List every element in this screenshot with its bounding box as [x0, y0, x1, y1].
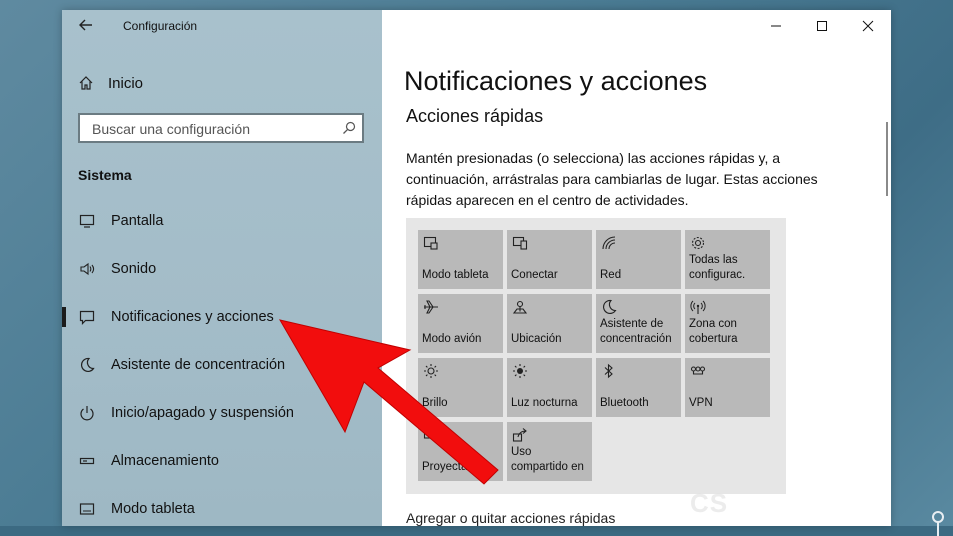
gear-icon	[691, 236, 705, 250]
tile-modo-tableta[interactable]: Modo tableta	[418, 230, 503, 289]
close-button[interactable]	[845, 10, 891, 42]
location-icon	[512, 300, 528, 314]
back-arrow-icon[interactable]	[78, 17, 96, 35]
minimize-button[interactable]	[753, 10, 799, 42]
sidebar-item-almacenamiento[interactable]: Almacenamiento	[62, 441, 382, 481]
sidebar-item-label: Pantalla	[111, 213, 164, 229]
tile-proyectar[interactable]: Proyectar	[418, 422, 503, 481]
desktop-pin-icon	[932, 511, 944, 536]
network-icon	[602, 236, 616, 250]
brightness-icon	[424, 364, 438, 378]
tile-conectar[interactable]: Conectar	[507, 230, 592, 289]
storage-icon	[79, 453, 95, 469]
tile-modo-avion[interactable]: Modo avión	[418, 294, 503, 353]
maximize-icon	[817, 21, 827, 31]
night-light-icon	[513, 364, 527, 378]
sidebar-item-sonido[interactable]: Sonido	[62, 249, 382, 289]
sidebar-item-home[interactable]: Inicio	[78, 72, 143, 94]
share-icon	[512, 428, 527, 442]
sidebar-item-label: Sonido	[111, 261, 157, 277]
tile-red[interactable]: Red	[596, 230, 681, 289]
tile-vpn[interactable]: VPN	[685, 358, 770, 417]
settings-window: Configuración Inicio Sistema Pantalla So…	[62, 10, 891, 526]
section-title-sistema: Sistema	[78, 167, 132, 183]
main-content: Notificaciones y acciones Acciones rápid…	[382, 10, 891, 526]
sidebar-item-label: Notificaciones y acciones	[111, 309, 274, 325]
sidebar-item-pantalla[interactable]: Pantalla	[62, 201, 382, 241]
bluetooth-icon	[604, 363, 613, 379]
tile-todas-configuraciones[interactable]: Todas las configurac.	[685, 230, 770, 289]
hotspot-icon	[690, 300, 706, 314]
add-remove-quick-actions-link[interactable]: Agregar o quitar acciones rápidas	[406, 510, 615, 526]
sidebar-item-modo-tableta[interactable]: Modo tableta	[62, 489, 382, 526]
tablet-mode-icon	[423, 236, 438, 250]
sidebar-home-label: Inicio	[108, 74, 144, 92]
search-input[interactable]	[90, 120, 334, 138]
sidebar-item-label: Modo tableta	[111, 501, 195, 517]
tile-uso-compartido[interactable]: Uso compartido en	[507, 422, 592, 481]
sidebar-item-label: Asistente de concentración	[111, 357, 286, 373]
vertical-scrollbar[interactable]	[886, 122, 888, 196]
tile-bluetooth[interactable]: Bluetooth	[596, 358, 681, 417]
speaker-icon	[79, 261, 95, 277]
project-icon	[423, 429, 437, 439]
notification-icon	[79, 309, 95, 325]
sidebar-item-label: Almacenamiento	[111, 453, 219, 469]
close-icon	[862, 20, 874, 32]
vpn-icon	[690, 366, 706, 375]
quick-actions-grid: Modo tableta Conectar Red Todas las conf…	[406, 218, 786, 494]
tile-ubicacion[interactable]: Ubicación	[507, 294, 592, 353]
maximize-button[interactable]	[799, 10, 845, 42]
quick-actions-description: Mantén presionadas (o selecciona) las ac…	[406, 150, 818, 208]
monitor-icon	[79, 213, 95, 229]
window-title: Configuración	[123, 19, 198, 33]
sidebar: Configuración Inicio Sistema Pantalla So…	[62, 10, 382, 526]
sidebar-item-asistente[interactable]: Asistente de concentración	[62, 345, 382, 385]
sidebar-item-energia[interactable]: Inicio/apagado y suspensión	[62, 393, 382, 433]
airplane-icon	[424, 300, 438, 314]
moon-icon	[79, 357, 95, 373]
page-title: Notificaciones y acciones	[404, 66, 708, 96]
minimize-icon	[771, 25, 781, 27]
search-field[interactable]	[78, 113, 364, 143]
search-icon[interactable]	[342, 121, 356, 135]
watermark-text: CS	[690, 488, 729, 518]
moon-icon	[603, 299, 617, 314]
tile-luz-nocturna[interactable]: Luz nocturna	[507, 358, 592, 417]
power-icon	[79, 405, 95, 421]
desktop-taskbar-strip	[0, 526, 953, 536]
home-icon	[79, 76, 93, 90]
tile-asistente-concentracion[interactable]: Asistente de concentración	[596, 294, 681, 353]
sidebar-item-notificaciones[interactable]: Notificaciones y acciones	[62, 297, 382, 337]
tablet-mode-icon	[79, 501, 95, 517]
tile-brillo[interactable]: Brillo	[418, 358, 503, 417]
sidebar-item-label: Inicio/apagado y suspensión	[111, 405, 294, 421]
quick-actions-heading: Acciones rápidas	[406, 106, 544, 126]
tile-zona-cobertura[interactable]: Zona con cobertura	[685, 294, 770, 353]
connect-icon	[512, 236, 528, 250]
